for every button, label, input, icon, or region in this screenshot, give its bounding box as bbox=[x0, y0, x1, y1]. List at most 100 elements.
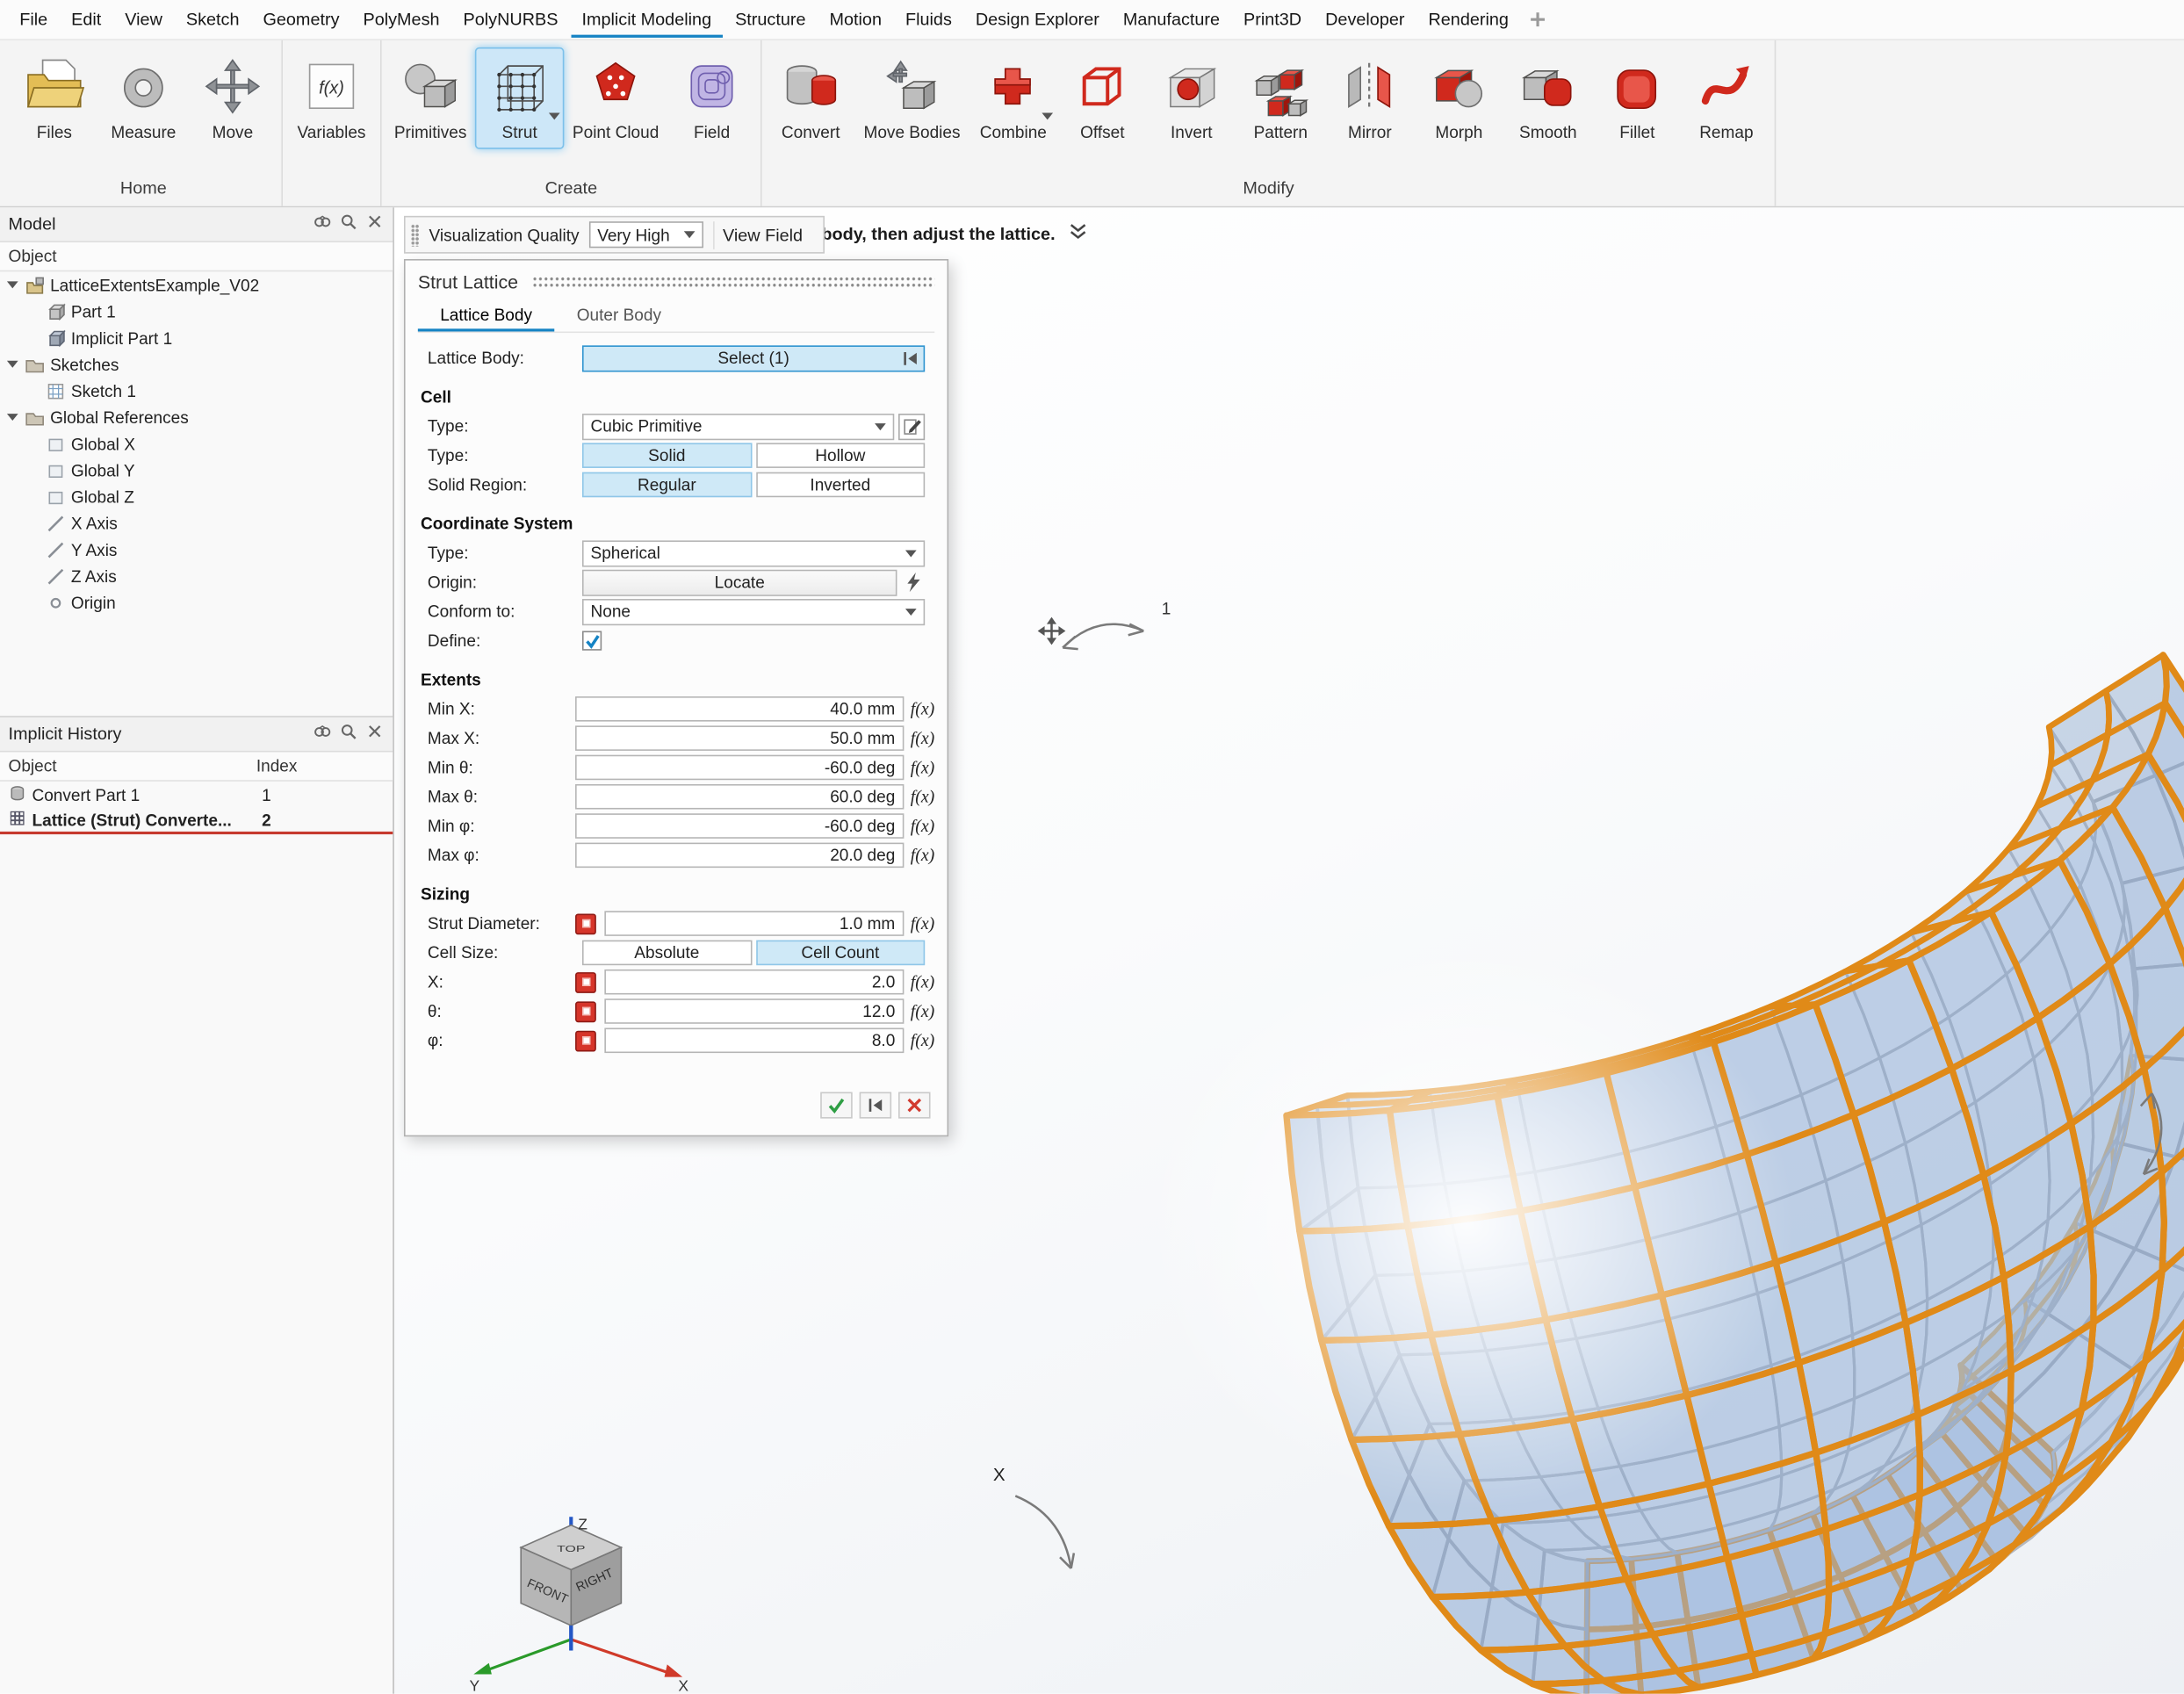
tree-item-implicit-part-1[interactable]: Implicit Part 1 bbox=[0, 325, 393, 351]
fx-button-min-phi[interactable]: f(x) bbox=[911, 816, 935, 837]
menubar-customize-icon[interactable] bbox=[1530, 11, 1546, 28]
tree-item-y-axis[interactable]: Y Axis bbox=[0, 537, 393, 563]
tree-item-sketches[interactable]: Sketches bbox=[0, 351, 393, 378]
fx-button-min-x[interactable]: f(x) bbox=[911, 698, 935, 719]
dropdown-caret-icon[interactable] bbox=[1042, 112, 1054, 119]
tool-files[interactable]: Files bbox=[10, 47, 99, 149]
fx-button-max-theta[interactable]: f(x) bbox=[911, 786, 935, 807]
viewport[interactable]: 1X TOPFRONTRIGHTXYZ Select a body, then … bbox=[394, 207, 2184, 1693]
tool-mirror[interactable]: Mirror bbox=[1325, 47, 1415, 149]
close-icon[interactable] bbox=[366, 723, 385, 745]
cell-size-cell-count[interactable]: Cell Count bbox=[755, 941, 925, 966]
define-checkbox[interactable] bbox=[582, 631, 602, 651]
fx-button-max-phi[interactable]: f(x) bbox=[911, 845, 935, 866]
tool-variables[interactable]: f(x)Variables bbox=[287, 47, 377, 149]
view-cube-top-label[interactable]: TOP bbox=[557, 1544, 586, 1553]
solid-region-inverted[interactable]: Inverted bbox=[755, 472, 925, 498]
extents-input-min-phi[interactable]: -60.0 deg bbox=[575, 813, 903, 839]
menu-polynurbs[interactable]: PolyNURBS bbox=[452, 2, 569, 38]
extents-input-max-phi[interactable]: 20.0 deg bbox=[575, 843, 903, 869]
tree-item-global-z[interactable]: Global Z bbox=[0, 483, 393, 509]
search-icon[interactable] bbox=[340, 723, 358, 745]
tool-primitives[interactable]: Primitives bbox=[386, 47, 475, 149]
tree-item-part-1[interactable]: Part 1 bbox=[0, 298, 393, 324]
menu-structure[interactable]: Structure bbox=[724, 2, 817, 38]
tool-move-bodies[interactable]: Move Bodies bbox=[855, 47, 969, 149]
extents-input-max-theta[interactable]: 60.0 deg bbox=[575, 784, 903, 810]
menu-sketch[interactable]: Sketch bbox=[175, 2, 250, 38]
find-icon[interactable] bbox=[314, 723, 332, 745]
tab-outer-body[interactable]: Outer Body bbox=[554, 301, 683, 332]
expand-caret-icon[interactable] bbox=[5, 414, 19, 421]
apply-ok-button[interactable] bbox=[820, 1092, 852, 1119]
view-cube[interactable]: TOPFRONTRIGHTXYZ bbox=[466, 1483, 703, 1692]
tree-item-origin[interactable]: Origin bbox=[0, 589, 393, 616]
cell-fill-solid[interactable]: Solid bbox=[582, 443, 752, 468]
fx-button-min-theta[interactable]: f(x) bbox=[911, 757, 935, 778]
menu-polymesh[interactable]: PolyMesh bbox=[352, 2, 450, 38]
cell-type-dropdown[interactable]: Cubic Primitive bbox=[582, 413, 894, 439]
menu-edit[interactable]: Edit bbox=[60, 2, 112, 38]
rotate-handle-top[interactable] bbox=[1063, 624, 1143, 650]
menu-fluids[interactable]: Fluids bbox=[894, 2, 962, 38]
tool-fillet[interactable]: Fillet bbox=[1593, 47, 1683, 149]
menu-print3d[interactable]: Print3D bbox=[1232, 2, 1312, 38]
tool-point-cloud[interactable]: Point Cloud bbox=[564, 47, 667, 149]
cancel-button[interactable] bbox=[898, 1092, 930, 1119]
tool-invert[interactable]: Invert bbox=[1147, 47, 1236, 149]
menu-design-explorer[interactable]: Design Explorer bbox=[964, 2, 1110, 38]
extents-input-min-x[interactable]: 40.0 mm bbox=[575, 696, 903, 722]
extents-input-min-theta[interactable]: -60.0 deg bbox=[575, 755, 903, 781]
dropdown-caret-icon[interactable] bbox=[549, 112, 560, 119]
tool-morph[interactable]: Morph bbox=[1415, 47, 1504, 149]
strut-diameter-driver-toggle[interactable] bbox=[575, 913, 596, 934]
reset-selection-icon[interactable] bbox=[901, 349, 919, 371]
history-row-lattice-strut-converte[interactable]: Lattice (Strut) Converte...2 bbox=[0, 808, 393, 834]
tool-move[interactable]: Move bbox=[188, 47, 278, 149]
search-icon[interactable] bbox=[340, 213, 358, 235]
extents-input-max-x[interactable]: 50.0 mm bbox=[575, 725, 903, 751]
lightning-bolt-icon[interactable] bbox=[901, 569, 925, 595]
find-icon[interactable] bbox=[314, 213, 332, 235]
menu-motion[interactable]: Motion bbox=[818, 2, 893, 38]
tab-lattice-body[interactable]: Lattice Body bbox=[418, 301, 555, 332]
cell-fill-hollow[interactable]: Hollow bbox=[755, 443, 925, 468]
tool-field[interactable]: Field bbox=[667, 47, 757, 149]
double-chevron-down-icon[interactable] bbox=[1068, 223, 1087, 245]
lattice-body-select[interactable]: Select (1) bbox=[582, 345, 925, 371]
menu-rendering[interactable]: Rendering bbox=[1417, 2, 1520, 38]
conform-to-dropdown[interactable]: None bbox=[582, 598, 925, 624]
menu-geometry[interactable]: Geometry bbox=[252, 2, 350, 38]
sizing-driver-toggle-theta[interactable] bbox=[575, 1001, 596, 1022]
tree-item-sketch-1[interactable]: Sketch 1 bbox=[0, 378, 393, 404]
sizing-input-phi[interactable]: 8.0 bbox=[605, 1028, 904, 1054]
fx-button-theta[interactable]: f(x) bbox=[911, 1001, 935, 1022]
menu-implicit-modeling[interactable]: Implicit Modeling bbox=[571, 2, 723, 38]
toolbar-grip-icon[interactable] bbox=[411, 224, 420, 246]
sizing-driver-toggle-phi[interactable] bbox=[575, 1030, 596, 1051]
tree-item-global-references[interactable]: Global References bbox=[0, 404, 393, 430]
tool-combine[interactable]: Combine bbox=[969, 47, 1058, 149]
menu-file[interactable]: File bbox=[9, 2, 59, 38]
solid-region-regular[interactable]: Regular bbox=[582, 472, 752, 498]
tool-measure[interactable]: Measure bbox=[99, 47, 189, 149]
fx-button-strut-diameter[interactable]: f(x) bbox=[911, 913, 935, 934]
tool-convert[interactable]: Convert bbox=[766, 47, 855, 149]
fx-button-x[interactable]: f(x) bbox=[911, 971, 935, 992]
tree-item-latticeextentsexample-v02[interactable]: LatticeExtentsExample_V02 bbox=[0, 271, 393, 298]
fx-button-phi[interactable]: f(x) bbox=[911, 1030, 935, 1051]
edit-cell-type-button[interactable] bbox=[898, 413, 925, 439]
view-field-button[interactable]: View Field bbox=[713, 220, 811, 249]
menu-developer[interactable]: Developer bbox=[1314, 2, 1416, 38]
tool-offset[interactable]: Offset bbox=[1058, 47, 1148, 149]
tree-item-x-axis[interactable]: X Axis bbox=[0, 510, 393, 537]
sizing-input-x[interactable]: 2.0 bbox=[605, 970, 904, 995]
tree-item-z-axis[interactable]: Z Axis bbox=[0, 563, 393, 589]
reset-button[interactable] bbox=[860, 1092, 891, 1119]
rotate-handle-bottom[interactable] bbox=[1015, 1496, 1074, 1568]
sizing-driver-toggle-x[interactable] bbox=[575, 971, 596, 992]
fx-button-max-x[interactable]: f(x) bbox=[911, 728, 935, 749]
visualization-quality-select[interactable]: Very High bbox=[589, 221, 703, 248]
strut-diameter-input[interactable]: 1.0 mm bbox=[605, 911, 904, 936]
tool-remap[interactable]: Remap bbox=[1682, 47, 1771, 149]
